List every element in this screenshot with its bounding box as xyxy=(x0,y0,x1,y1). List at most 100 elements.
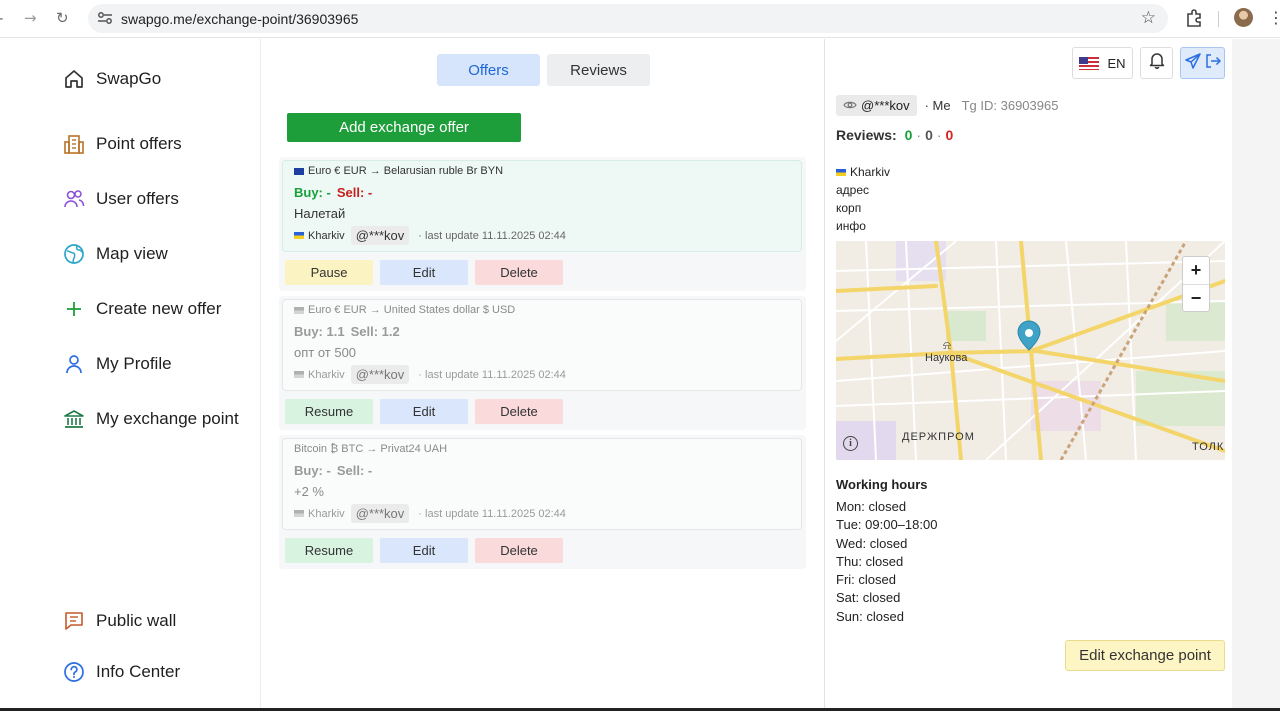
separator: · xyxy=(936,127,942,143)
brand-label: SwapGo xyxy=(96,69,162,88)
offer-card[interactable]: Euro € EUR → United States dollar $ USD … xyxy=(282,299,802,391)
bank-icon xyxy=(63,408,85,430)
sidebar-item-public-wall[interactable]: Public wall xyxy=(63,610,176,632)
home-icon xyxy=(63,68,85,90)
offer-meta: Kharkiv @***kov · last update 11.11.2025 0… xyxy=(294,504,790,523)
users-icon xyxy=(63,188,85,210)
offer-last-update: · last update 11.11.2025 02:44 xyxy=(418,229,566,242)
map-tiles: ⍾ xyxy=(836,241,1225,460)
map-info-icon[interactable]: i xyxy=(843,436,858,451)
forward-icon[interactable]: → xyxy=(24,9,37,27)
delete-button[interactable]: Delete xyxy=(475,260,563,285)
language-label: EN xyxy=(1107,55,1126,71)
sidebar-item-user-offers[interactable]: User offers xyxy=(63,188,179,210)
offer-card[interactable]: Bitcoin ₿ BTC → Privat24 UAH Buy: - Sell:… xyxy=(282,438,802,530)
resume-button[interactable]: Resume xyxy=(285,399,373,424)
offer-pair: Bitcoin ₿ BTC → Privat24 UAH xyxy=(294,443,448,455)
sidebar-item-label: Info Center xyxy=(96,662,181,681)
building-icon xyxy=(63,133,85,155)
flag-icon xyxy=(294,232,304,239)
page-right-gutter xyxy=(1232,39,1280,711)
telegram-logout-button[interactable] xyxy=(1180,47,1225,79)
bookmark-star-icon[interactable]: ☆ xyxy=(1141,8,1156,28)
offer-comment: Налетай xyxy=(294,206,346,221)
zoom-out-button[interactable]: − xyxy=(1183,284,1209,311)
us-flag-icon xyxy=(1079,56,1100,70)
sidebar-item-my-profile[interactable]: My Profile xyxy=(63,353,172,375)
tab-reviews[interactable]: Reviews xyxy=(547,54,650,86)
browser-toolbar: - → ↻ swapgo.me/exchange-point/36903965 … xyxy=(0,0,1280,38)
working-hours-title: Working hours xyxy=(836,477,928,492)
zoom-in-button[interactable]: + xyxy=(1183,257,1209,284)
offer-pair: Euro € EUR → Belarusian ruble Br BYN xyxy=(308,165,504,177)
sidebar-item-point-offers[interactable]: Point offers xyxy=(63,133,182,155)
offer-user[interactable]: @***kov xyxy=(350,365,410,384)
offers-panel: Offers Reviews Add exchange offer Euro €… xyxy=(262,39,825,711)
working-hours-day: Tue: 09:00–18:00 xyxy=(836,517,938,533)
offer-last-update: · last update 11.11.2025 02:44 xyxy=(418,368,566,381)
offer-meta: Kharkiv @***kov · last update 11.11.2025 0… xyxy=(294,226,790,245)
sidebar-item-create-new-offer[interactable]: Create new offer xyxy=(63,298,221,320)
notifications-button[interactable] xyxy=(1140,47,1173,79)
site-settings-icon[interactable] xyxy=(97,11,113,30)
reload-icon[interactable]: ↻ xyxy=(56,9,69,27)
separator: · xyxy=(916,127,922,143)
user-handle: @***kov xyxy=(861,98,910,113)
offer-user[interactable]: @***kov xyxy=(350,226,410,245)
address-line: инфо xyxy=(836,219,866,233)
sidebar-item-label: Point offers xyxy=(96,134,182,153)
sidebar-item-info-center[interactable]: Info Center xyxy=(63,661,180,683)
reviews-negative: 0 xyxy=(945,127,954,143)
map-label-station: Наукова xyxy=(925,352,968,364)
location-map[interactable]: ⍾ + − Наукова ДЕРЖПРОМ ТОЛК i xyxy=(836,241,1225,460)
tg-id: Tg ID: 36903965 xyxy=(961,98,1059,113)
eye-icon xyxy=(843,98,857,113)
offer-buy: Buy: 1.1 xyxy=(294,324,345,339)
message-icon xyxy=(63,610,85,632)
edit-button[interactable]: Edit xyxy=(380,260,468,285)
user-handle-pill[interactable]: @***kov xyxy=(836,95,917,116)
profile-avatar[interactable] xyxy=(1234,8,1253,27)
offer-sell: Sell: - xyxy=(336,463,373,478)
offer-pair: Euro € EUR → United States dollar $ USD xyxy=(308,304,516,316)
offer-user[interactable]: @***kov xyxy=(350,504,410,523)
sidebar-item-my-exchange-point[interactable]: My exchange point xyxy=(63,408,239,430)
offer-rates: Buy: - Sell: - xyxy=(294,185,790,201)
edit-button[interactable]: Edit xyxy=(380,538,468,563)
delete-button[interactable]: Delete xyxy=(475,399,563,424)
sidebar-item-label: Public wall xyxy=(96,611,177,630)
back-icon[interactable]: - xyxy=(0,9,3,27)
sidebar-brand-swapgo[interactable]: SwapGo xyxy=(63,68,161,90)
address-line: корп xyxy=(836,201,862,215)
city-name: Kharkiv xyxy=(850,165,891,179)
delete-button[interactable]: Delete xyxy=(475,538,563,563)
flag-icon xyxy=(294,306,304,314)
reviews-label: Reviews: xyxy=(836,127,897,143)
working-hours-day: Mon: closed xyxy=(836,499,907,514)
offer-card[interactable]: Euro € EUR → Belarusian ruble Br BYN Buy… xyxy=(282,160,802,252)
pause-button[interactable]: Pause xyxy=(285,260,373,285)
offer-item: Bitcoin ₿ BTC → Privat24 UAH Buy: - Sell:… xyxy=(279,435,806,569)
offer-item: Euro € EUR → Belarusian ruble Br BYN Buy… xyxy=(279,157,806,291)
location-info: Kharkiv адрес корп инфо xyxy=(836,163,890,235)
sidebar-item-label: My Profile xyxy=(96,354,172,373)
url-text[interactable]: swapgo.me/exchange-point/36903965 xyxy=(121,11,358,27)
offer-city: Kharkiv xyxy=(308,368,345,381)
sidebar-item-map-view[interactable]: Map view xyxy=(63,243,168,265)
resume-button[interactable]: Resume xyxy=(285,538,373,563)
bell-icon xyxy=(1149,52,1165,74)
add-exchange-offer-button[interactable]: Add exchange offer xyxy=(287,113,521,142)
plus-icon xyxy=(63,298,85,320)
edit-button[interactable]: Edit xyxy=(380,399,468,424)
user-icon xyxy=(63,353,85,375)
tab-offers[interactable]: Offers xyxy=(437,54,540,86)
reviews-positive: 0 xyxy=(904,127,913,143)
browser-menu-icon[interactable]: ⋮ xyxy=(1268,8,1280,27)
address-bar[interactable]: swapgo.me/exchange-point/36903965 ☆ xyxy=(88,4,1168,33)
map-label-district: ДЕРЖПРОМ xyxy=(902,431,975,443)
working-hours-list: Mon: closed Tue: 09:00–18:00 Wed: closed… xyxy=(836,498,937,626)
extensions-icon[interactable] xyxy=(1185,9,1203,32)
language-button[interactable]: EN xyxy=(1072,47,1133,79)
edit-exchange-point-button[interactable]: Edit exchange point xyxy=(1065,640,1225,671)
offer-sell: Sell: 1.2 xyxy=(350,324,400,339)
